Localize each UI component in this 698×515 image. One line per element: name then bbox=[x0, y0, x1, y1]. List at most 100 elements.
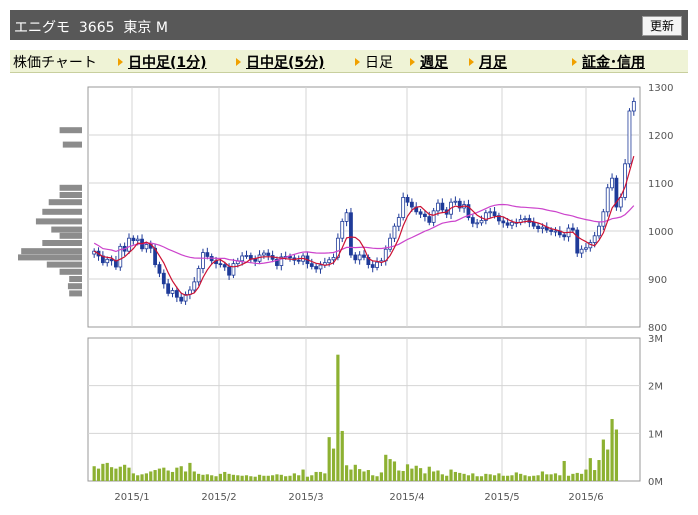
volume-bar bbox=[314, 471, 318, 481]
candle-body bbox=[166, 283, 171, 294]
volume-bar bbox=[536, 475, 540, 481]
volume-bar bbox=[401, 470, 405, 481]
volume-bar bbox=[170, 471, 175, 481]
candle-body bbox=[144, 244, 149, 250]
candle-body bbox=[597, 225, 601, 237]
volume-bar bbox=[418, 468, 423, 481]
candle-body bbox=[192, 281, 197, 291]
volume-bar bbox=[514, 472, 518, 481]
candle-body bbox=[540, 226, 545, 230]
volume-bar bbox=[340, 430, 344, 481]
volume-bar bbox=[571, 473, 575, 481]
volume-bar bbox=[205, 474, 209, 481]
volume-bar bbox=[519, 473, 523, 481]
candle-body bbox=[405, 196, 410, 203]
volume-profile-bar bbox=[18, 254, 82, 261]
volume-profile bbox=[18, 127, 82, 297]
volume-profile-bar bbox=[42, 240, 82, 246]
candle-body bbox=[105, 258, 110, 264]
volume-bar bbox=[410, 468, 414, 481]
volume-bar bbox=[327, 437, 331, 481]
volume-bar bbox=[371, 475, 375, 481]
volume-bar bbox=[445, 475, 449, 481]
volume-bar bbox=[249, 476, 253, 481]
volume-bar bbox=[449, 469, 453, 481]
volume-panel: 3M 2M 1M 0M bbox=[87, 334, 663, 488]
volume-bar bbox=[466, 475, 471, 481]
candle-body bbox=[479, 220, 484, 224]
volume-bar bbox=[179, 466, 183, 481]
x-axis: 2015/1 2015/2 2015/3 2015/4 2015/5 2015/6 bbox=[114, 492, 603, 503]
candle-body bbox=[453, 200, 458, 203]
candle-body bbox=[623, 163, 628, 198]
volume-bar bbox=[384, 454, 388, 481]
volume-bar bbox=[227, 473, 231, 481]
candle-body bbox=[231, 263, 236, 276]
x-tick-label: 2015/4 bbox=[389, 492, 424, 503]
candle-body bbox=[510, 221, 514, 226]
volume-bar bbox=[614, 429, 619, 481]
volume-profile-bar bbox=[67, 283, 82, 290]
volume-profile-bar bbox=[35, 218, 82, 225]
candle-body bbox=[244, 255, 249, 257]
volume-bar bbox=[188, 462, 192, 481]
volume-bar bbox=[497, 473, 501, 481]
volume-bar bbox=[366, 470, 370, 481]
volume-bar bbox=[580, 473, 584, 481]
volume-bar bbox=[549, 474, 553, 481]
volume-bar bbox=[540, 471, 545, 481]
volume-bar bbox=[584, 469, 588, 481]
candle-body bbox=[344, 212, 349, 222]
candle-body bbox=[631, 101, 636, 112]
volume-bar bbox=[344, 465, 349, 481]
volume-bar bbox=[214, 476, 218, 481]
candle-body bbox=[353, 254, 358, 261]
volume-bar bbox=[101, 463, 105, 481]
candle-body bbox=[610, 177, 614, 189]
price-tick-label: 800 bbox=[648, 323, 667, 334]
candle-body bbox=[605, 187, 610, 213]
candle-body bbox=[601, 211, 606, 227]
volume-bar bbox=[236, 475, 240, 481]
candle-body bbox=[127, 237, 131, 252]
volume-bar bbox=[192, 471, 196, 481]
volume-bar bbox=[223, 471, 227, 481]
candle-body bbox=[475, 222, 480, 225]
volume-bar bbox=[162, 467, 166, 481]
volume-bar bbox=[545, 474, 549, 481]
candle-body bbox=[222, 264, 227, 268]
volume-bar bbox=[597, 460, 601, 481]
volume-bar bbox=[127, 467, 131, 481]
volume-bar bbox=[479, 476, 484, 481]
x-tick-label: 2015/1 bbox=[114, 492, 149, 503]
candle-body bbox=[266, 252, 271, 256]
volume-profile-bar bbox=[59, 127, 82, 134]
volume-bar bbox=[244, 475, 249, 481]
candle-body bbox=[523, 218, 527, 220]
candle-body bbox=[418, 211, 423, 215]
candle-body bbox=[314, 266, 319, 270]
candle-body bbox=[349, 212, 353, 256]
volume-bar bbox=[601, 439, 605, 481]
volume-tick-label: 2M bbox=[648, 382, 663, 393]
candle-body bbox=[470, 217, 475, 224]
candle-body bbox=[562, 234, 567, 238]
volume-bar bbox=[271, 475, 275, 481]
volume-bar bbox=[471, 473, 475, 481]
candle-body bbox=[309, 263, 314, 267]
candle-body bbox=[436, 202, 440, 212]
volume-bar bbox=[510, 475, 514, 481]
volume-bar bbox=[453, 471, 457, 481]
volume-bar bbox=[588, 458, 592, 481]
volume-bar bbox=[375, 476, 379, 481]
volume-bar bbox=[405, 464, 410, 481]
volume-bar bbox=[166, 470, 170, 481]
volume-bar bbox=[301, 469, 305, 481]
volume-bar bbox=[310, 475, 314, 481]
volume-bar bbox=[388, 459, 392, 481]
volume-bar bbox=[231, 474, 236, 481]
candle-body bbox=[488, 211, 493, 214]
candle-body bbox=[575, 229, 580, 254]
price-tick-label: 1100 bbox=[648, 179, 673, 190]
candle-body bbox=[179, 296, 184, 302]
